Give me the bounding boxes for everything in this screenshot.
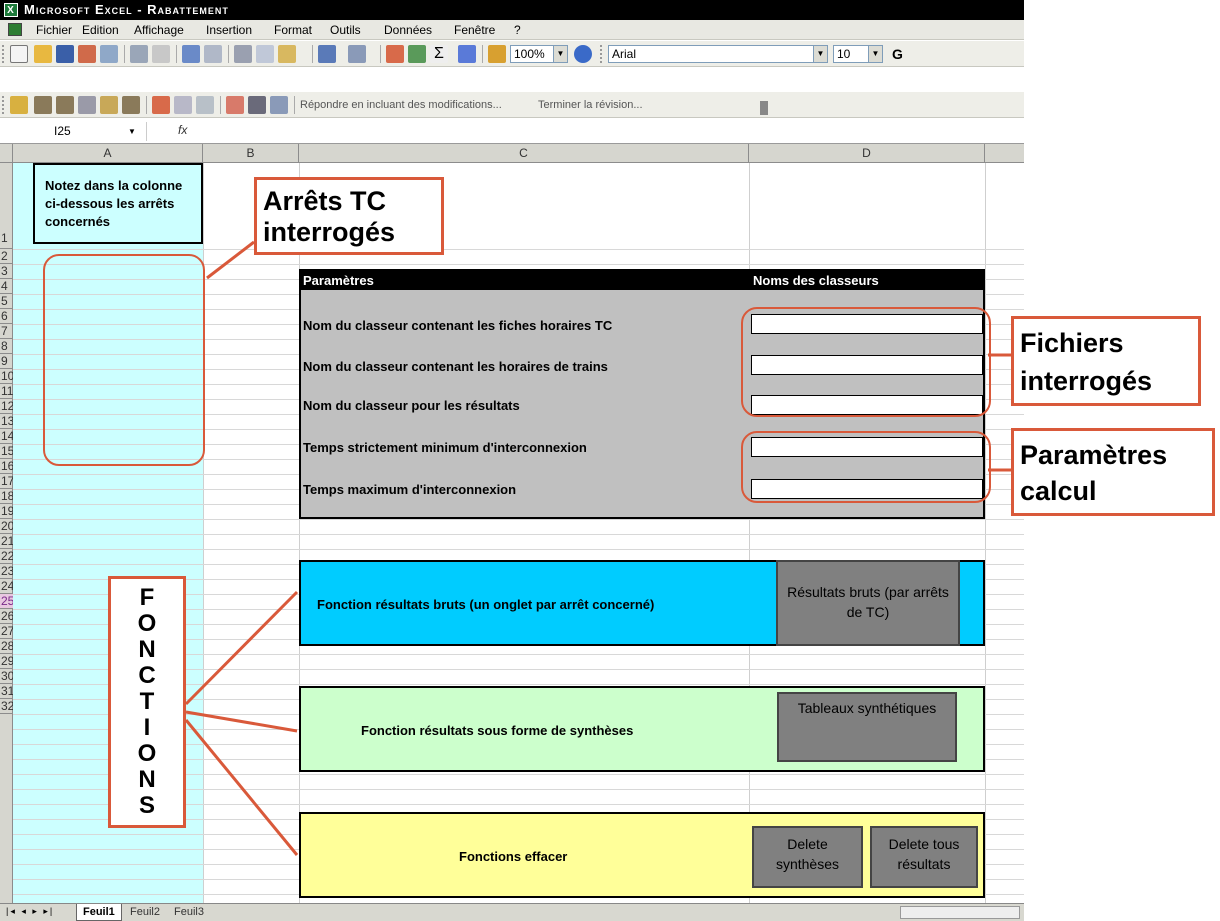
connector-arrets <box>206 240 255 280</box>
fichiers-range-outline <box>741 307 991 417</box>
callout-fonctions: F O N C T I O N S <box>108 576 186 828</box>
fonctions-letter: N <box>138 766 156 793</box>
tab-feuil1[interactable]: Feuil1 <box>76 904 122 921</box>
tab-feuil3[interactable]: Feuil3 <box>168 904 210 921</box>
connector-fn-bruts <box>184 590 299 706</box>
fonctions-letter: S <box>138 792 155 819</box>
fonctions-letter: O <box>137 740 157 767</box>
fonctions-letter: O <box>137 610 157 637</box>
tab-feuil2[interactable]: Feuil2 <box>124 904 166 921</box>
connector-fn-effacer <box>184 719 299 856</box>
tab-scroll-arrows-icon[interactable]: |◂ ◂ ▸ ▸| <box>6 906 54 917</box>
callout-arrets: Arrêts TC interrogés <box>254 177 444 255</box>
sheet-tab-bar: |◂ ◂ ▸ ▸| Feuil1 Feuil2 Feuil3 <box>0 903 1024 921</box>
connector-fn-synth <box>185 710 298 733</box>
fonctions-letter: N <box>138 636 156 663</box>
fonctions-letter: I <box>143 714 151 741</box>
horizontal-scrollbar[interactable] <box>900 906 1020 919</box>
parametres-range-outline <box>741 431 991 503</box>
callout-parametres: Paramètres calcul <box>1011 428 1215 516</box>
callout-fichiers: Fichiers interrogés <box>1011 316 1201 406</box>
fonctions-letter: T <box>139 688 155 715</box>
fonctions-letter: C <box>138 662 156 689</box>
fonctions-letter: F <box>139 584 155 611</box>
